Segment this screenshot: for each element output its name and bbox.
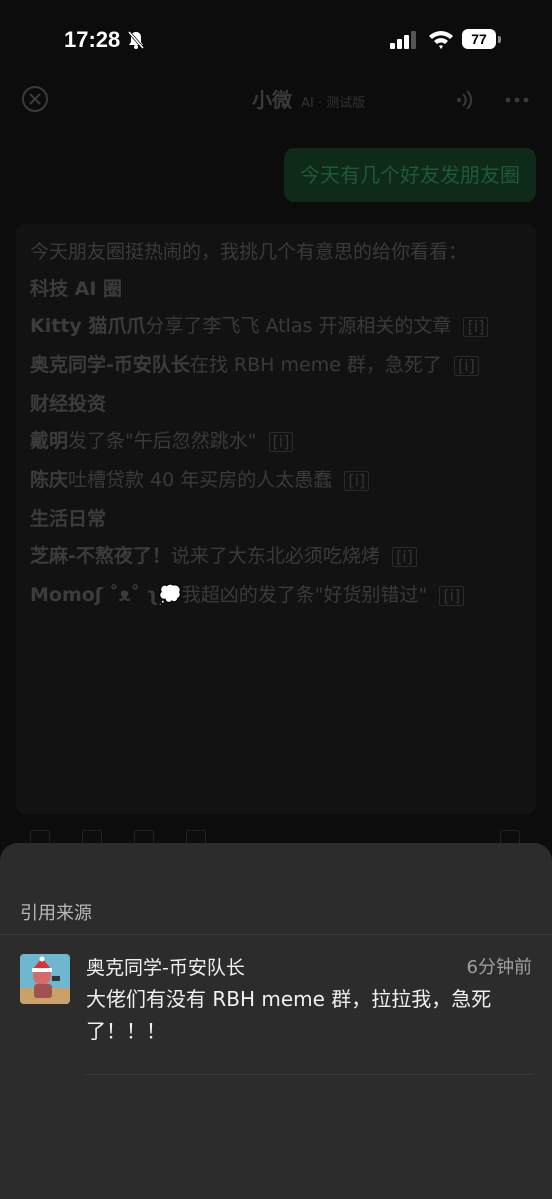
friend-name: Momoʃ ˚ᴥ˚ ʅ💭 <box>30 584 182 606</box>
bell-muted-icon <box>127 31 145 49</box>
sheet-title: 引用来源 <box>20 903 92 924</box>
source-text: 大佬们有没有 RBH meme 群，拉拉我，急死了！！！ <box>86 987 492 1043</box>
list-item: 奥克同学-币安队长在找 RBH meme 群，急死了 [i] <box>30 349 522 382</box>
page-title: 小微 <box>252 88 292 112</box>
divider <box>86 1074 532 1075</box>
source-time: 6分钟前 <box>466 957 532 978</box>
friend-name: 奥克同学-币安队长 <box>30 354 190 376</box>
cellular-signal-icon <box>390 31 416 49</box>
source-name: 奥克同学-币安队长 <box>86 957 245 979</box>
close-icon <box>29 93 41 105</box>
speaker-icon[interactable] <box>454 88 478 112</box>
citation-link[interactable]: [i] <box>268 431 294 452</box>
user-message-bubble: 今天有几个好友发朋友圈 <box>284 148 536 202</box>
section-heading: 财经投资 <box>30 393 107 415</box>
avatar <box>20 954 70 1004</box>
citation-sources-sheet: 引用来源 奥克同学-币安队长 6分钟前 大佬们有没有 RBH meme 群，拉拉… <box>0 843 552 1199</box>
citation-link[interactable]: [i] <box>391 546 417 567</box>
item-text: 发了条"午后忽然跳水" <box>68 430 257 452</box>
item-text: 分享了李飞飞 Atlas 开源相关的文章 <box>145 315 452 337</box>
friend-name: 戴明 <box>30 430 69 452</box>
citation-link[interactable]: [i] <box>344 470 370 491</box>
battery-icon: 77 <box>462 29 502 51</box>
section-heading: 科技 AI 圈 <box>30 278 123 300</box>
ai-intro: 今天朋友圈挺热闹的，我挑几个有意思的给你看看： <box>30 241 468 263</box>
section-heading: 生活日常 <box>30 508 107 530</box>
list-item: 陈庆吐槽贷款 40 年买房的人太愚蠢 [i] <box>30 464 522 497</box>
source-item[interactable]: 奥克同学-币安队长 6分钟前 大佬们有没有 RBH meme 群，拉拉我，急死了… <box>0 935 552 1075</box>
list-item: Momoʃ ˚ᴥ˚ ʅ💭我超凶的发了条"好货别错过" [i] <box>30 579 522 612</box>
ai-reply-card: 今天朋友圈挺热闹的，我挑几个有意思的给你看看： 科技 AI 圈 Kitty 猫爪… <box>16 224 536 814</box>
wifi-icon <box>429 31 453 49</box>
close-button[interactable] <box>22 86 48 112</box>
status-time: 17:28 <box>64 27 121 52</box>
list-item: Kitty 猫爪爪分享了李飞飞 Atlas 开源相关的文章 [i] <box>30 310 522 343</box>
item-text: 我超凶的发了条"好货别错过" <box>181 584 428 606</box>
more-options-icon[interactable] <box>504 88 530 112</box>
status-bar: 17:28 77 <box>0 0 552 80</box>
avatar-image <box>20 954 70 1004</box>
friend-name: 芝麻-不熬夜了！ <box>30 545 171 567</box>
citation-link[interactable]: [i] <box>453 355 479 376</box>
battery-level: 77 <box>462 29 496 49</box>
list-item: 戴明发了条"午后忽然跳水" [i] <box>30 425 522 458</box>
friend-name: Kitty 猫爪爪 <box>30 315 146 337</box>
item-text: 说来了大东北必须吃烧烤 <box>170 545 380 567</box>
page-subtitle: AI · 测试版 <box>301 96 366 111</box>
page-title-group: 小微 AI · 测试版 <box>252 84 365 113</box>
citation-link[interactable]: [i] <box>463 316 489 337</box>
item-text: 吐槽贷款 40 年买房的人太愚蠢 <box>68 469 333 491</box>
citation-link[interactable]: [i] <box>439 585 465 606</box>
friend-name: 陈庆 <box>30 469 69 491</box>
chat-header: 小微 AI · 测试版 <box>0 78 552 122</box>
list-item: 芝麻-不熬夜了！说来了大东北必须吃烧烤 [i] <box>30 540 522 573</box>
item-text: 在找 RBH meme 群，急死了 <box>189 354 442 376</box>
